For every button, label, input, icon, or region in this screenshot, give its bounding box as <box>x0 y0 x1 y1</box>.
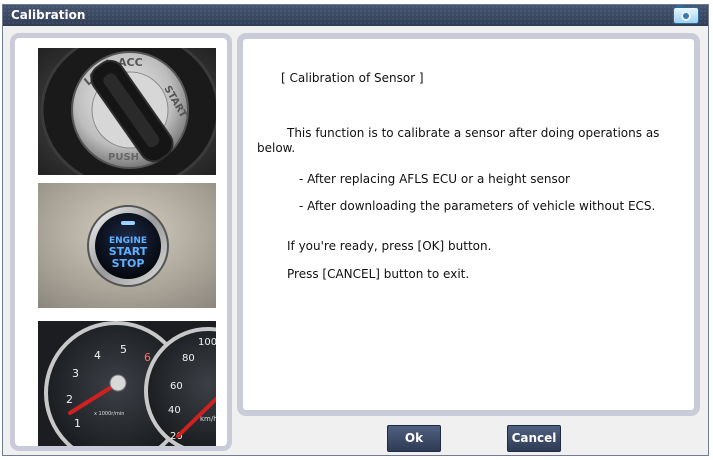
speed-tick-40: 40 <box>168 405 181 416</box>
message-panel: [ Calibration of Sensor ] This function … <box>237 33 700 416</box>
speed-unit: km/h <box>200 415 216 423</box>
message-intro: This function is to calibrate a sensor a… <box>257 126 660 155</box>
rpm-tick-5: 5 <box>120 343 127 356</box>
speed-tick-100: 100 <box>198 337 216 348</box>
cancel-button[interactable]: Cancel <box>507 425 561 452</box>
message-heading: [ Calibration of Sensor ] <box>281 71 424 85</box>
stop-text: STOP <box>112 257 145 270</box>
rpm-tick-3: 3 <box>72 367 79 380</box>
start-stop-button-image: ENGINE START STOP <box>38 183 216 308</box>
gauge-cluster-image: 1 2 3 4 5 6 20 40 60 80 100 x 1000r/min … <box>38 321 216 446</box>
message-ready: If you're ready, press [OK] button. <box>287 239 492 253</box>
message-item-2: - After downloading the parameters of ve… <box>299 199 656 213</box>
camera-icon[interactable] <box>673 5 699 24</box>
speed-tick-60: 60 <box>170 381 183 392</box>
message-exit: Press [CANCEL] button to exit. <box>287 267 470 281</box>
rpm-tick-1: 1 <box>74 417 81 430</box>
rpm-tick-6: 6 <box>144 351 151 364</box>
ok-button[interactable]: Ok <box>387 425 441 452</box>
title-bar: Calibration <box>3 5 708 26</box>
rpm-tick-2: 2 <box>66 393 73 406</box>
message-item-1: - After replacing AFLS ECU or a height s… <box>299 172 570 186</box>
speed-tick-80: 80 <box>182 353 195 364</box>
window-title: Calibration <box>11 8 86 22</box>
ignition-key-image: LOCK ACC START PUSH <box>38 48 216 175</box>
image-panel: LOCK ACC START PUSH <box>10 33 232 451</box>
rpm-unit: x 1000r/min <box>94 411 124 417</box>
push-label: PUSH <box>108 152 139 163</box>
rpm-tick-4: 4 <box>94 349 101 362</box>
